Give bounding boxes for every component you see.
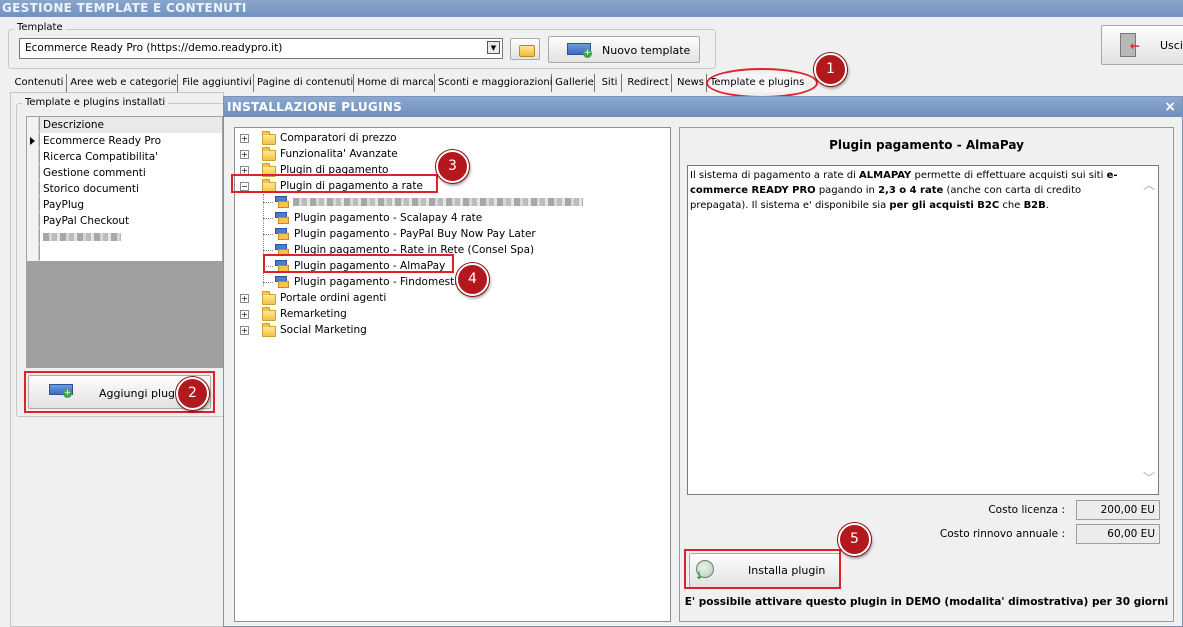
folder-icon: [262, 131, 276, 145]
column-header-descrizione[interactable]: Descrizione: [40, 117, 222, 133]
tree-label: Remarketing: [280, 308, 347, 320]
template-select[interactable]: Ecommerce Ready Pro (https://demo.readyp…: [19, 38, 503, 59]
row-label: PayPlug: [40, 197, 222, 213]
step-badge: 4: [456, 263, 489, 296]
plugin-title: Plugin pagamento - AlmaPay: [829, 138, 1024, 152]
tree-label: Plugin pagamento - Findomestic: [294, 276, 463, 288]
tab-news[interactable]: News: [675, 74, 707, 92]
highlight-oval-tab: [706, 68, 818, 98]
highlight-box-almapay: [263, 254, 454, 273]
tree-label: Plugin pagamento - Scalapay 4 rate: [294, 212, 483, 224]
renewal-value: 60,00 EU: [1076, 524, 1160, 544]
tree-label: Social Marketing: [280, 324, 367, 336]
installed-grid[interactable]: Descrizione Ecommerce Ready Pro Ricerca …: [26, 116, 223, 368]
tab-redirect[interactable]: Redirect: [625, 74, 672, 92]
exit-arrow-icon: ←: [1130, 39, 1141, 53]
table-row[interactable]: Storico documenti: [27, 181, 222, 197]
tree-label: Comparatori di prezzo: [280, 132, 397, 144]
table-row-empty[interactable]: [27, 245, 222, 261]
highlight-box-install: [684, 549, 841, 589]
table-row[interactable]: PayPal Checkout: [27, 213, 222, 229]
scroll-down-icon[interactable]: ﹀: [1143, 471, 1155, 486]
expand-plus-icon[interactable]: +: [240, 310, 249, 319]
plugin-detail-panel: Plugin pagamento - AlmaPay Il sistema di…: [679, 127, 1174, 622]
open-folder-button[interactable]: [510, 38, 540, 60]
row-pointer-icon: [27, 133, 39, 149]
table-row-blurred[interactable]: [27, 229, 222, 245]
dialog-title: INSTALLAZIONE PLUGINS: [224, 97, 1182, 117]
row-label: Ricerca Compatibilita': [40, 149, 222, 165]
row-label: Ecommerce Ready Pro: [40, 133, 222, 149]
tab-home-marca[interactable]: Home di marca: [357, 74, 435, 92]
blurred-text: [293, 198, 583, 206]
tree-label: Portale ordini agenti: [280, 292, 387, 304]
expand-plus-icon[interactable]: +: [240, 134, 249, 143]
folder-icon: [262, 323, 276, 337]
plus-icon: +: [583, 48, 592, 58]
tab-pagine-contenuti[interactable]: Pagine di contenuti: [257, 74, 354, 92]
tab-contenuti[interactable]: Contenuti: [12, 74, 67, 92]
tab-file-aggiuntivi[interactable]: File aggiuntivi: [181, 74, 254, 92]
license-value: 200,00 EU: [1076, 500, 1160, 520]
expand-plus-icon[interactable]: +: [240, 326, 249, 335]
tab-sconti[interactable]: Sconti e maggiorazioni: [438, 74, 552, 92]
new-template-button[interactable]: + Nuovo template: [548, 36, 700, 63]
table-row[interactable]: Ecommerce Ready Pro: [27, 133, 222, 149]
grid-header: Descrizione: [27, 117, 222, 133]
exit-button[interactable]: ← Uscit: [1101, 25, 1183, 65]
folder-icon: [262, 147, 276, 161]
exit-label: Uscit: [1160, 39, 1183, 52]
close-icon[interactable]: ×: [1164, 98, 1176, 116]
row-label: Storico documenti: [40, 181, 222, 197]
step-badge: 1: [814, 53, 847, 86]
renewal-label: Costo rinnovo annuale :: [939, 528, 1065, 540]
installed-group-label: Template e plugins installati: [22, 97, 169, 108]
plugin-icon: [275, 228, 289, 240]
step-badge: 5: [838, 523, 871, 556]
license-label: Costo licenza :: [988, 504, 1065, 516]
window-title: GESTIONE TEMPLATE E CONTENUTI: [0, 0, 1183, 17]
tab-siti[interactable]: Siti: [598, 74, 622, 92]
folder-icon: [262, 307, 276, 321]
table-row[interactable]: Gestione commenti: [27, 165, 222, 181]
template-group-label: Template: [14, 22, 66, 33]
tab-gallerie[interactable]: Gallerie: [555, 74, 595, 92]
tree-label: Funzionalita' Avanzate: [280, 148, 398, 160]
expand-plus-icon[interactable]: +: [240, 294, 249, 303]
new-template-label: Nuovo template: [602, 44, 691, 57]
folder-icon: [262, 291, 276, 305]
table-row[interactable]: Ricerca Compatibilita': [27, 149, 222, 165]
highlight-box-category: [231, 174, 438, 193]
folder-open-icon: [519, 45, 535, 57]
table-row[interactable]: PayPlug: [27, 197, 222, 213]
template-select-value: Ecommerce Ready Pro (https://demo.readyp…: [25, 42, 283, 54]
step-badge: 3: [436, 150, 469, 183]
plugin-description[interactable]: Il sistema di pagamento a rate di ALMAPA…: [687, 165, 1159, 495]
step-badge: 2: [176, 377, 209, 410]
tree-label: Plugin pagamento - PayPal Buy Now Pay La…: [294, 228, 536, 240]
scroll-up-icon[interactable]: ︿: [1143, 178, 1155, 193]
row-label: PayPal Checkout: [40, 213, 222, 229]
tab-aree-web[interactable]: Aree web e categorie: [70, 74, 178, 92]
row-label: Gestione commenti: [40, 165, 222, 181]
plugin-icon: [275, 196, 289, 208]
blurred-text: [43, 233, 121, 241]
plugin-tree[interactable]: + Comparatori di prezzo + Funzionalita' …: [234, 127, 671, 622]
expand-plus-icon[interactable]: +: [240, 150, 249, 159]
plugin-icon: [275, 276, 289, 288]
dropdown-arrow-icon[interactable]: ▼: [487, 41, 500, 54]
demo-note: E' possibile attivare questo plugin in D…: [684, 596, 1169, 608]
plugin-icon: [275, 212, 289, 224]
